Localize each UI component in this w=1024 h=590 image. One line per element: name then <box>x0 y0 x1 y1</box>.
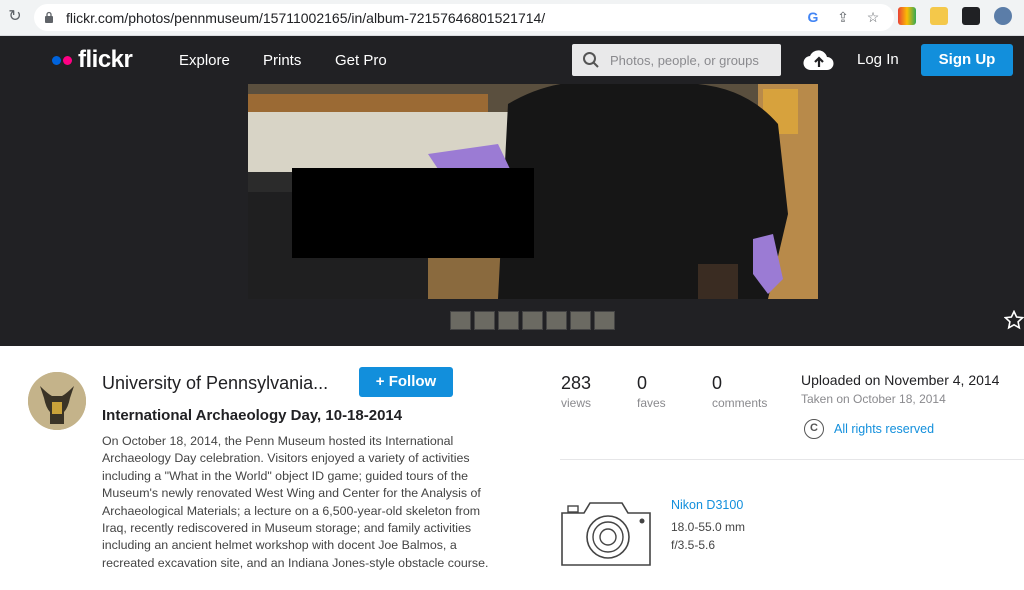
login-link[interactable]: Log In <box>857 51 899 68</box>
filmstrip <box>450 311 615 330</box>
stat-comments: 0 comments <box>712 373 767 410</box>
share-icon[interactable]: ⇪ <box>834 8 852 26</box>
browser-toolbar: ↻ flickr.com/photos/pennmuseum/157110021… <box>0 0 1024 36</box>
nav-explore[interactable]: Explore <box>179 52 230 69</box>
logo-text: flickr <box>78 46 133 73</box>
logo-pink-dot <box>63 55 72 65</box>
signup-button[interactable]: Sign Up <box>921 44 1013 76</box>
extensions-area <box>898 7 1012 25</box>
lock-icon <box>45 11 53 23</box>
search-input[interactable]: Photos, people, or groups <box>572 44 781 76</box>
faves-label: faves <box>637 396 666 410</box>
stat-views: 283 views <box>561 373 591 410</box>
reload-icon[interactable]: ↻ <box>6 8 24 26</box>
filmstrip-thumb[interactable] <box>546 311 567 330</box>
license-info[interactable]: C All rights reserved <box>804 419 934 439</box>
lens-aperture: f/3.5-5.6 <box>671 538 716 552</box>
filmstrip-thumb[interactable] <box>498 311 519 330</box>
search-icon <box>583 52 599 68</box>
flickr-logo[interactable]: flickr <box>52 46 133 74</box>
filmstrip-thumb[interactable] <box>450 311 471 330</box>
divider <box>560 459 1024 460</box>
copyright-icon: C <box>804 419 824 439</box>
views-count: 283 <box>561 373 592 393</box>
views-label: views <box>561 396 592 410</box>
nav-prints[interactable]: Prints <box>263 52 301 69</box>
bookmark-star-icon[interactable]: ☆ <box>864 8 882 26</box>
owner-name[interactable]: University of Pennsylvania... <box>102 373 328 394</box>
comments-label: comments <box>712 396 768 410</box>
search-placeholder: Photos, people, or groups <box>610 53 759 68</box>
stat-faves: 0 faves <box>637 373 666 410</box>
extension-camera-icon[interactable] <box>962 7 980 25</box>
filmstrip-thumb[interactable] <box>522 311 543 330</box>
uploaded-date: Uploaded on November 4, 2014 <box>801 372 1000 388</box>
google-icon[interactable]: G <box>804 8 822 26</box>
flickr-header: flickr Explore Prints Get Pro Photos, pe… <box>0 36 1024 84</box>
owner-avatar[interactable] <box>28 372 86 430</box>
extension-folder-icon[interactable] <box>930 7 948 25</box>
filmstrip-thumb[interactable] <box>570 311 591 330</box>
taken-date[interactable]: Taken on October 18, 2014 <box>801 392 946 406</box>
nav-get-pro[interactable]: Get Pro <box>335 52 387 69</box>
faves-count: 0 <box>637 373 648 393</box>
logo-blue-dot <box>52 55 61 65</box>
comments-count: 0 <box>712 373 723 393</box>
url-text[interactable]: flickr.com/photos/pennmuseum/15711002165… <box>66 10 545 26</box>
filmstrip-thumb[interactable] <box>474 311 495 330</box>
address-bar[interactable]: flickr.com/photos/pennmuseum/15711002165… <box>34 4 894 31</box>
lens-focal-length: 18.0-55.0 mm <box>671 520 746 534</box>
photo-description: On October 18, 2014, the Penn Museum hos… <box>102 434 489 570</box>
camera-model-link[interactable]: Nikon D3100 <box>671 498 743 512</box>
redaction-box <box>292 168 534 258</box>
license-link[interactable]: All rights reserved <box>834 422 934 436</box>
profile-avatar-icon[interactable] <box>994 7 1012 25</box>
camera-icon <box>561 502 651 566</box>
extension-arc-icon[interactable] <box>898 7 916 25</box>
favorite-star-icon[interactable] <box>1004 310 1024 330</box>
upload-cloud-icon[interactable] <box>803 49 835 71</box>
filmstrip-thumb[interactable] <box>594 311 615 330</box>
photo-info-panel: University of Pennsylvania... + Follow I… <box>0 346 1024 590</box>
photo-title: International Archaeology Day, 10-18-201… <box>102 407 403 424</box>
follow-button[interactable]: + Follow <box>359 367 453 397</box>
